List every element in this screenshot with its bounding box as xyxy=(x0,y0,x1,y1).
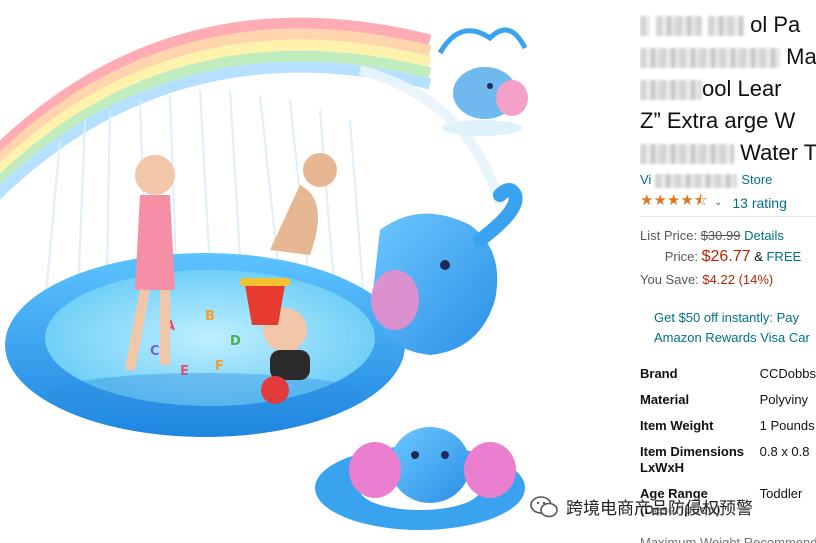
list-price-label: List Price: xyxy=(640,228,698,243)
you-save-row: You Save: $4.22 (14%) xyxy=(640,272,773,287)
wechat-icon xyxy=(530,495,558,517)
svg-text:B: B xyxy=(205,309,215,324)
spec-value: CCDobbs xyxy=(759,366,816,381)
spec-key: Item Weight xyxy=(640,418,714,433)
rating-count-link[interactable]: 13 rating xyxy=(732,195,786,211)
you-save-value: $4.22 (14%) xyxy=(702,272,774,287)
you-save-label: You Save: xyxy=(640,272,699,287)
chevron-down-icon[interactable]: ⌄ xyxy=(714,197,722,208)
product-title-line-1[interactable]: ol Pa xyxy=(640,10,800,40)
elephant-ring xyxy=(315,427,525,530)
svg-text:F: F xyxy=(215,359,224,374)
product-details: ol Pa Ma ool Lear Z” Extra arge W Water … xyxy=(640,0,816,543)
promo-line-1[interactable]: Get $50 off instantly: Pay xyxy=(654,310,799,325)
svg-text:C: C xyxy=(150,344,160,359)
watermark-text: 跨境电商产品防侵权预警 xyxy=(566,499,753,518)
product-title-line-3[interactable]: ool Lear xyxy=(640,74,782,104)
list-price-value: $30.99 xyxy=(700,228,741,243)
spec-value: 1 Pounds xyxy=(759,418,815,433)
spec-key: Material xyxy=(640,392,690,407)
store-link[interactable]: Vi Store xyxy=(640,172,772,188)
spec-key: Brand xyxy=(640,366,678,381)
watermark: 跨境电商产品防侵权预警 xyxy=(530,494,753,519)
svg-text:D: D xyxy=(230,334,241,349)
divider xyxy=(640,216,816,217)
pool-elephant xyxy=(371,183,523,355)
spec-key: Item Dimensions LxWxH xyxy=(640,444,745,475)
product-title-line-2[interactable]: Ma xyxy=(640,42,816,72)
rating-summary[interactable]: ★★★★⯪ ⌄ 13 rating xyxy=(640,190,787,215)
rainbow xyxy=(0,17,432,200)
spec-value: Toddler xyxy=(759,486,803,501)
product-title-line-4[interactable]: Z” Extra arge W xyxy=(640,106,795,136)
table-row: Item Weight 1 Pounds xyxy=(640,418,816,444)
spec-value: 0.8 x 0.8 xyxy=(759,444,810,459)
free-shipping-link[interactable]: FREE xyxy=(766,249,801,264)
table-row: Material Polyviny xyxy=(640,392,816,418)
product-image[interactable]: AB CD EF xyxy=(0,0,632,543)
list-price-row: List Price: $30.99 Details xyxy=(640,228,784,243)
price-value: $26.77 xyxy=(701,248,751,265)
product-title-line-5[interactable]: Water T xyxy=(640,138,816,168)
details-link[interactable]: Details xyxy=(744,228,784,243)
spec-value: Polyviny xyxy=(759,392,809,407)
promo-line-2[interactable]: Amazon Rewards Visa Car xyxy=(654,330,810,345)
price-label: Price: xyxy=(664,249,698,264)
table-row: Brand CCDobbs xyxy=(640,366,816,392)
spec-cut-row: Maximum Weight Recommendation xyxy=(640,535,816,543)
star-rating-icon[interactable]: ★★★★⯪ xyxy=(640,190,708,215)
price-row: Price: $26.77 & FREE xyxy=(640,248,801,266)
pool-side xyxy=(45,373,365,417)
table-row: Item Dimensions LxWxH 0.8 x 0.8 xyxy=(640,444,816,486)
